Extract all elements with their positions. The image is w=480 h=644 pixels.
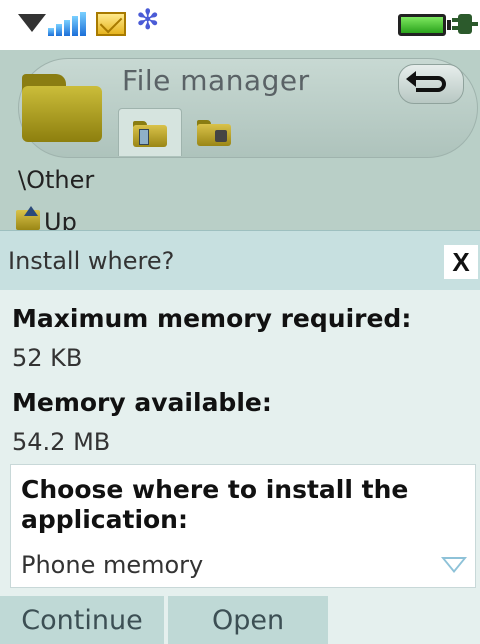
signal-strength-icon <box>48 10 90 36</box>
battery-icon <box>398 14 451 36</box>
charger-icon <box>452 10 478 38</box>
network-triangle-icon <box>18 14 46 32</box>
chevron-down-icon[interactable] <box>441 557 467 573</box>
back-button[interactable] <box>398 64 464 104</box>
list-item-up[interactable]: Up <box>14 204 134 230</box>
folder-tabs <box>118 108 248 156</box>
softkey-bar: Continue Open <box>0 596 480 644</box>
install-location-select[interactable]: Choose where to install the application:… <box>10 464 476 588</box>
close-button[interactable]: X <box>444 245 478 279</box>
folder-up-icon <box>16 206 40 230</box>
tab-phone-memory[interactable] <box>118 108 182 156</box>
phone-folder-icon <box>133 119 167 147</box>
max-memory-label: Maximum memory required: <box>12 304 412 333</box>
up-label: Up <box>44 208 77 230</box>
locked-folder-icon <box>197 118 231 146</box>
current-path: \Other <box>18 166 95 194</box>
folder-icon <box>22 68 102 142</box>
status-bar: ✻ <box>0 0 480 50</box>
file-manager-header: File manager \Other Up <box>0 50 480 230</box>
new-message-icon <box>96 12 126 36</box>
install-location-value: Phone memory <box>21 551 204 579</box>
dialog-title: Install where? <box>8 247 175 275</box>
continue-button[interactable]: Continue <box>0 596 164 644</box>
app-title: File manager <box>122 64 310 97</box>
open-button[interactable]: Open <box>168 596 328 644</box>
available-memory-value: 54.2 MB <box>12 428 111 456</box>
install-dialog: Install where? X Maximum memory required… <box>0 230 480 644</box>
back-arrow-icon <box>406 71 446 92</box>
dialog-titlebar: Install where? X <box>0 230 480 290</box>
tab-memory-card[interactable] <box>182 108 246 156</box>
install-location-label: Choose where to install the application: <box>21 475 409 534</box>
bluetooth-icon: ✻ <box>136 3 160 36</box>
max-memory-value: 52 KB <box>12 344 83 372</box>
available-memory-label: Memory available: <box>12 388 272 417</box>
